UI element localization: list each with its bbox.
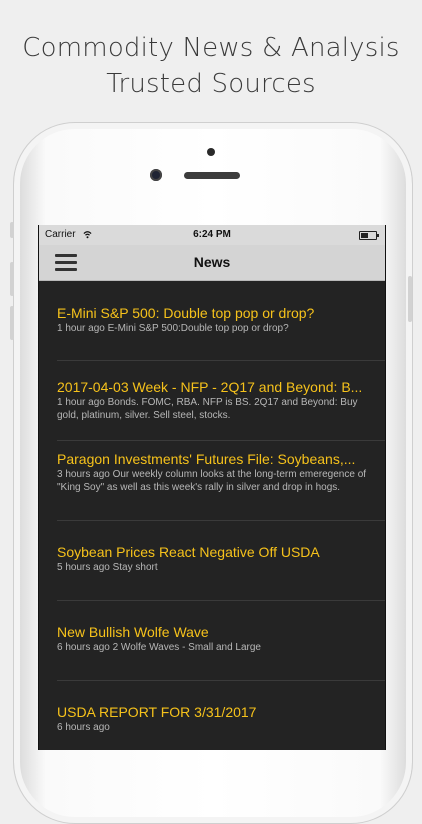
promo-line-2: Trusted Sources xyxy=(106,69,316,99)
phone-sensor xyxy=(207,148,215,156)
news-meta: 1 hour ago E-Mini S&P 500:Double top pop… xyxy=(57,323,289,334)
news-meta: 3 hours ago Our weekly column looks at t… xyxy=(57,469,367,493)
news-title: USDA REPORT FOR 3/31/2017 xyxy=(57,704,257,720)
phone-volume-up xyxy=(10,262,14,296)
page-title: News xyxy=(193,254,231,270)
phone-camera xyxy=(150,169,162,181)
promo-line-1: Commodity News & Analysis xyxy=(22,33,400,63)
news-title: E-Mini S&P 500: Double top pop or drop? xyxy=(57,305,315,321)
battery-icon xyxy=(359,231,379,240)
nav-bar: News xyxy=(39,245,385,281)
news-item[interactable]: Paragon Investments' Futures File: Soybe… xyxy=(39,441,385,521)
news-meta: 1 hour ago Bonds. FOMC, RBA. NFP is BS. … xyxy=(57,397,358,421)
news-meta: 6 hours ago 2 Wolfe Waves - Small and La… xyxy=(57,642,261,653)
phone-speaker xyxy=(184,172,240,179)
phone-volume-down xyxy=(10,306,14,340)
promo-headline: Commodity News & Analysis Trusted Source… xyxy=(0,30,422,102)
app-screen: Carrier 6:24 PM News E-Mini S&P 500: Dou… xyxy=(38,225,386,750)
news-title: Paragon Investments' Futures File: Soybe… xyxy=(57,451,356,467)
news-title: Soybean Prices React Negative Off USDA xyxy=(57,544,320,560)
news-title: 2017-04-03 Week - NFP - 2Q17 and Beyond:… xyxy=(57,379,363,395)
news-item[interactable]: New Bullish Wolfe Wave 6 hours ago 2 Wol… xyxy=(39,601,385,681)
status-bar: Carrier 6:24 PM xyxy=(39,225,385,245)
news-item[interactable]: 2017-04-03 Week - NFP - 2Q17 and Beyond:… xyxy=(39,361,385,441)
status-time: 6:24 PM xyxy=(193,229,231,240)
news-title: New Bullish Wolfe Wave xyxy=(57,624,209,640)
news-item[interactable]: USDA REPORT FOR 3/31/2017 6 hours ago xyxy=(39,681,385,750)
news-item[interactable]: Soybean Prices React Negative Off USDA 5… xyxy=(39,521,385,601)
news-meta: 5 hours ago Stay short xyxy=(57,562,158,573)
news-meta: 6 hours ago xyxy=(57,722,110,733)
phone-power-button xyxy=(408,276,412,322)
phone-side-button xyxy=(10,222,14,238)
news-item[interactable]: E-Mini S&P 500: Double top pop or drop? … xyxy=(39,281,385,361)
